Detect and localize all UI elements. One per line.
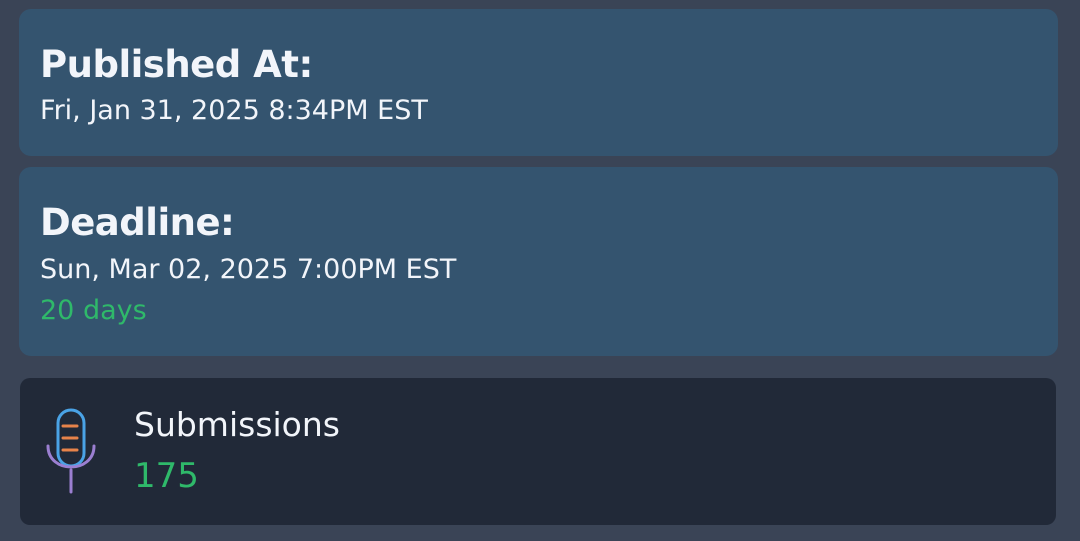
page: Published At: Fri, Jan 31, 2025 8:34PM E… bbox=[0, 0, 1080, 541]
submissions-label: Submissions bbox=[134, 405, 340, 444]
submissions-card[interactable]: Submissions 175 bbox=[20, 378, 1056, 525]
published-date: Fri, Jan 31, 2025 8:34PM EST bbox=[40, 95, 428, 126]
submissions-count: 175 bbox=[134, 456, 199, 496]
published-title: Published At: bbox=[40, 43, 313, 86]
deadline-date: Sun, Mar 02, 2025 7:00PM EST bbox=[40, 254, 457, 285]
deadline-title: Deadline: bbox=[40, 201, 235, 244]
published-card: Published At: Fri, Jan 31, 2025 8:34PM E… bbox=[19, 9, 1058, 156]
deadline-card: Deadline: Sun, Mar 02, 2025 7:00PM EST 2… bbox=[19, 167, 1058, 356]
deadline-countdown: 20 days bbox=[40, 295, 147, 326]
microphone-icon bbox=[46, 408, 96, 494]
